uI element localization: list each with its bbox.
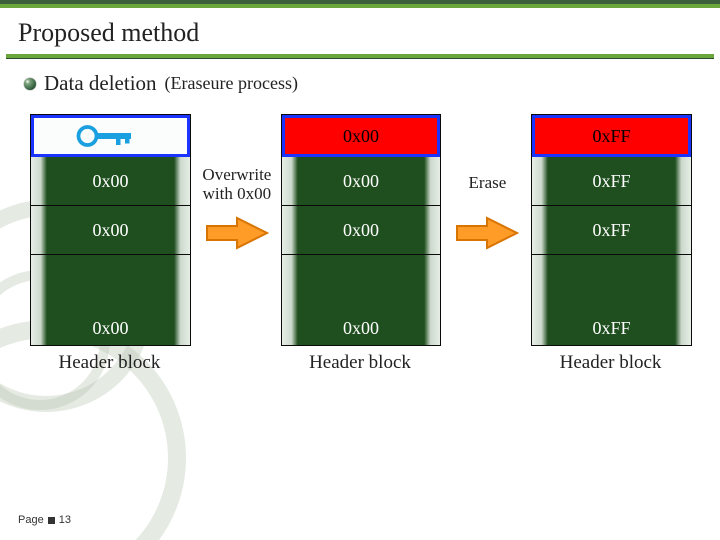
memory-cell: 0x00 bbox=[31, 255, 190, 345]
overwrite-label: Overwrite with 0x00 bbox=[192, 166, 282, 203]
arrow-icon bbox=[205, 216, 269, 250]
memory-cell: 0xFF bbox=[532, 206, 691, 255]
section-paren-text: (Eraseure process) bbox=[165, 73, 298, 94]
red-header-cell: 0xFF bbox=[532, 115, 691, 157]
key-header-cell bbox=[31, 115, 190, 157]
section-header: Data deletion (Eraseure process) bbox=[0, 59, 720, 96]
page-footer: Page 13 bbox=[18, 514, 71, 526]
memory-column-2: 0xFF 0xFF 0xFF 0xFF Header block bbox=[531, 114, 690, 374]
erase-label: Erase bbox=[442, 174, 532, 193]
memory-block: 0x00 0x00 0x00 0x00 bbox=[281, 114, 442, 346]
footer-page-number: 13 bbox=[59, 514, 71, 526]
red-header-cell: 0x00 bbox=[282, 115, 441, 157]
arrow-icon bbox=[455, 216, 519, 250]
memory-cell: 0xFF bbox=[532, 255, 691, 345]
memory-block: 0xFF 0xFF 0xFF 0xFF bbox=[531, 114, 692, 346]
footer-square-icon bbox=[48, 517, 55, 524]
memory-cell: 0x00 bbox=[31, 206, 190, 255]
top-accent-bar bbox=[0, 0, 720, 8]
memory-cell: 0x00 bbox=[282, 206, 441, 255]
memory-cell: 0x00 bbox=[31, 157, 190, 206]
column-label: Header block bbox=[30, 352, 189, 374]
memory-column-1: 0x00 0x00 0x00 0x00 Header block bbox=[281, 114, 440, 374]
footer-page-label: Page bbox=[18, 514, 44, 526]
column-label: Header block bbox=[531, 352, 690, 374]
memory-column-0: 0x00 0x00 0x00 Header block bbox=[30, 114, 189, 374]
bullet-icon bbox=[24, 78, 36, 90]
memory-cell: 0xFF bbox=[532, 157, 691, 206]
column-label: Header block bbox=[281, 352, 440, 374]
memory-block: 0x00 0x00 0x00 bbox=[30, 114, 191, 346]
memory-cell: 0x00 bbox=[282, 255, 441, 345]
page-title: Proposed method bbox=[0, 8, 720, 54]
diagram-area: 0x00 0x00 0x00 Header block Overwrite wi… bbox=[0, 96, 720, 374]
key-icon bbox=[70, 119, 150, 153]
memory-cell: 0x00 bbox=[282, 157, 441, 206]
section-main-text: Data deletion bbox=[44, 71, 157, 96]
